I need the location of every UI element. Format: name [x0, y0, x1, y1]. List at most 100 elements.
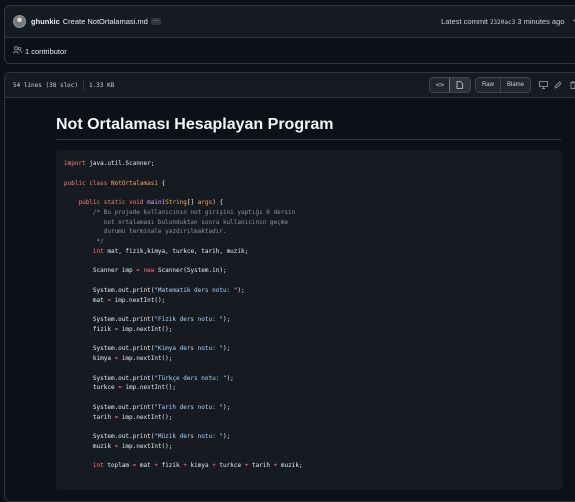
- code-token: Scanner(System.in);: [154, 267, 227, 275]
- code-token: public: [78, 199, 101, 206]
- markdown-heading: Not Ortalaması Hesaplayan Program: [56, 116, 561, 140]
- file-lines-info: 54 lines (38 sloc): [13, 81, 79, 89]
- contributors-row[interactable]: 1 contributor: [5, 38, 575, 64]
- file-toolbar: <> Raw Blame: [428, 77, 575, 93]
- code-token: System.out.print(: [64, 433, 155, 440]
- code-line: System.out.print("Türkçe ders notu: ");: [64, 374, 563, 384]
- code-token: mat: [64, 296, 108, 304]
- code-token: fizik: [157, 462, 184, 470]
- code-token: Scanner imp: [64, 267, 137, 275]
- latest-commit-header: ghunkic Create NotOrtalamasi.md … Latest…: [5, 6, 575, 38]
- raw-button[interactable]: Raw: [475, 78, 500, 92]
- code-token: {: [157, 179, 166, 187]
- file-header: 54 lines (38 sloc) 1.33 KB <> Raw Blame: [5, 73, 575, 98]
- code-token: ) {: [212, 199, 224, 206]
- code-token: imp.nextInt();: [118, 325, 173, 333]
- code-line: System.out.print("Fizik ders notu: ");: [64, 315, 563, 325]
- code-token: imp.nextInt();: [110, 296, 166, 304]
- desktop-icon[interactable]: [536, 78, 550, 92]
- code-view-icon[interactable]: <>: [429, 78, 450, 92]
- commit-author[interactable]: ghunkic: [31, 17, 60, 26]
- code-token: "Tarih ders notu: ": [154, 403, 223, 411]
- code-token: main: [147, 199, 162, 206]
- code-token: System.out.print(: [64, 374, 155, 382]
- code-block[interactable]: import java.util.Scanner; public class N…: [56, 150, 563, 490]
- commit-sha-link[interactable]: 2320ac3: [490, 19, 515, 26]
- code-token: imp.nextInt();: [118, 442, 173, 450]
- code-token: imp.nextInt();: [118, 355, 173, 362]
- raw-blame-group: Raw Blame: [474, 77, 531, 93]
- code-token: muzik;: [277, 462, 303, 470]
- code-token: System.out.print(: [64, 403, 155, 411]
- code-token: "Kimya ders notu: ": [154, 345, 223, 353]
- code-token: */: [64, 238, 104, 245]
- code-token: );: [237, 286, 245, 294]
- trash-icon[interactable]: [566, 78, 575, 92]
- pencil-icon[interactable]: [551, 78, 565, 92]
- expand-commit-message-button[interactable]: …: [150, 17, 161, 25]
- code-token: kimya: [64, 355, 115, 362]
- code-token: System.out.print(: [64, 316, 155, 323]
- code-line: mat = imp.nextInt();: [64, 296, 563, 306]
- code-line: System.out.print("Tarih ders notu: ");: [64, 403, 563, 413]
- code-line: public class NotOrtalamasi {: [64, 179, 563, 189]
- header-divider: [83, 79, 85, 91]
- code-token: );: [222, 433, 231, 440]
- commit-time: 3 minutes ago: [517, 17, 565, 26]
- code-line: muzik = imp.nextInt();: [64, 442, 563, 452]
- code-token: turkce: [64, 384, 119, 392]
- code-token: imp.nextInt();: [118, 413, 173, 421]
- code-token: void: [129, 199, 144, 206]
- code-line: System.out.print("Kimya ders notu: ");: [64, 344, 563, 354]
- preview-file-icon[interactable]: [448, 78, 470, 92]
- latest-commit-info: Latest commit 2320ac3 3 minutes ago: [441, 17, 564, 26]
- code-token: args: [197, 199, 213, 206]
- code-line: public static void main(String[] args) {: [64, 198, 563, 208]
- code-token: );: [222, 345, 231, 353]
- code-token: "Matematik ders notu: ": [154, 286, 238, 294]
- code-token: not ortalaması bulunduktan sonra kullanı…: [64, 218, 288, 226]
- code-token: new: [143, 267, 155, 275]
- code-token: static: [103, 199, 126, 206]
- code-token: tarih: [64, 413, 115, 421]
- code-token: class: [89, 179, 108, 187]
- code-line: System.out.print("Müzik ders notu: ");: [64, 432, 563, 442]
- latest-commit-label: Latest commit: [441, 17, 488, 26]
- code-token: /* Bu projede kullanıcının not girişini …: [64, 208, 296, 216]
- contributors-count[interactable]: 1 contributor: [25, 47, 67, 56]
- code-token: turkce: [215, 462, 245, 470]
- code-token: public: [64, 179, 86, 187]
- code-token: muzik: [64, 442, 115, 450]
- code-token: System.out.print(: [64, 345, 155, 353]
- file-box: 54 lines (38 sloc) 1.33 KB <> Raw Blame: [4, 72, 575, 502]
- code-token: tarih: [248, 462, 274, 470]
- markdown-body: Not Ortalaması Hesaplayan Program import…: [5, 98, 575, 490]
- code-token: "Fizik ders notu: ": [154, 316, 223, 323]
- author-avatar[interactable]: [13, 15, 26, 28]
- code-line: tarih = imp.nextInt();: [64, 413, 563, 423]
- code-token: durumu terminale yazdırılmaktadır.: [64, 228, 227, 236]
- code-line: import java.util.Scanner;: [64, 159, 563, 169]
- code-token: );: [226, 374, 234, 382]
- code-token: int: [92, 462, 104, 470]
- code-token: int: [92, 247, 104, 255]
- code-token: java.util.Scanner;: [85, 160, 155, 167]
- file-size: 1.33 KB: [89, 81, 115, 89]
- commit-message[interactable]: Create NotOrtalamasi.md: [63, 17, 148, 26]
- code-token: );: [222, 316, 231, 323]
- code-token: System.out.print(: [64, 286, 155, 294]
- blame-button[interactable]: Blame: [499, 78, 530, 92]
- code-token: mat, fizik,kimya, turkce, tarih, muzik;: [103, 247, 249, 255]
- code-token: "Türkçe ders notu: ": [154, 374, 227, 382]
